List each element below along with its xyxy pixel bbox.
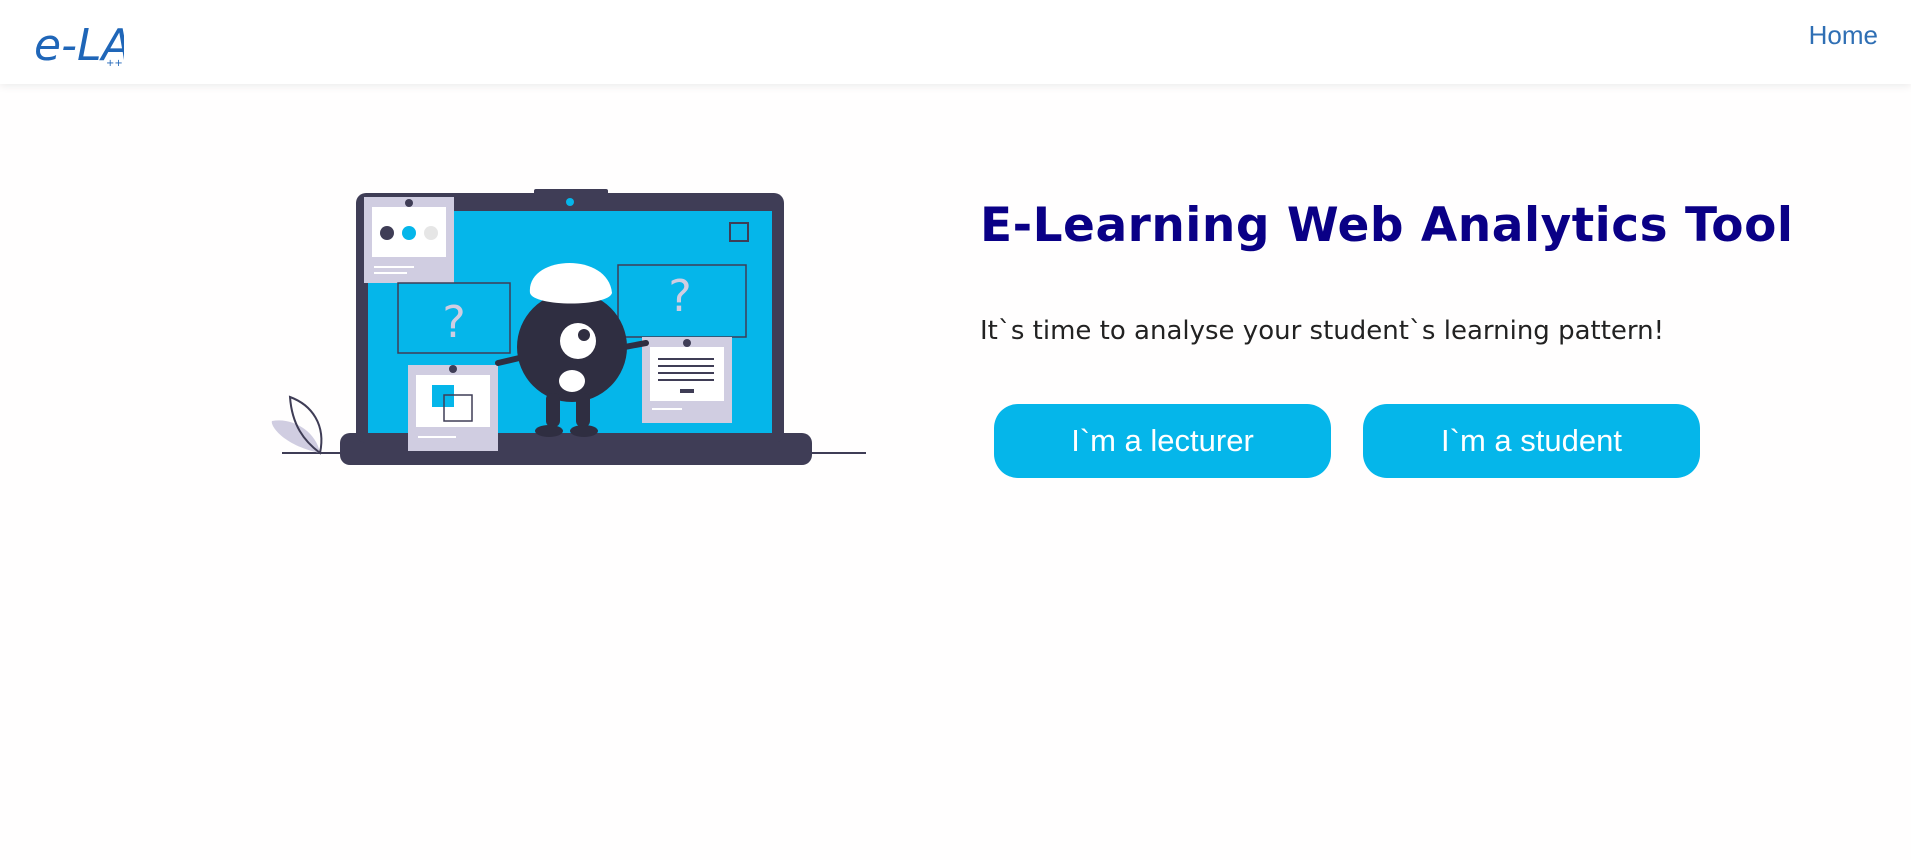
e-la-logo[interactable]: e-LA ++ xyxy=(34,14,124,74)
nav-home-link[interactable]: Home xyxy=(1809,20,1878,51)
svg-text:++: ++ xyxy=(106,58,123,69)
lecturer-button[interactable]: I`m a lecturer xyxy=(994,404,1331,478)
svg-text:?: ? xyxy=(442,297,465,348)
leaf-icon xyxy=(271,395,323,455)
laptop-illustration: ? ? xyxy=(271,189,866,465)
page-subtitle: It`s time to analyse your student`s lear… xyxy=(980,316,1665,346)
page-title: E-Learning Web Analytics Tool xyxy=(980,198,1794,253)
svg-text:?: ? xyxy=(668,271,691,322)
top-navbar: e-LA ++ Home xyxy=(0,0,1911,84)
student-button[interactable]: I`m a student xyxy=(1363,404,1700,478)
